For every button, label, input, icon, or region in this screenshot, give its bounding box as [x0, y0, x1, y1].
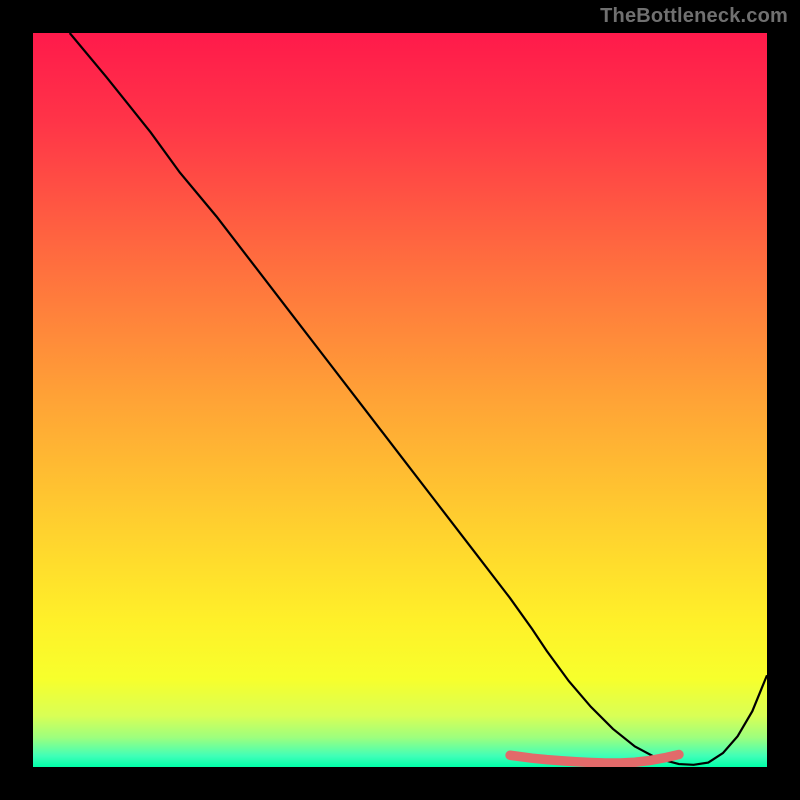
watermark-text: TheBottleneck.com: [600, 5, 788, 28]
plot-area: [33, 33, 767, 767]
chart-stage: TheBottleneck.com: [0, 0, 800, 800]
gradient-background: [33, 33, 767, 767]
bottleneck-curve-chart: [33, 33, 767, 767]
